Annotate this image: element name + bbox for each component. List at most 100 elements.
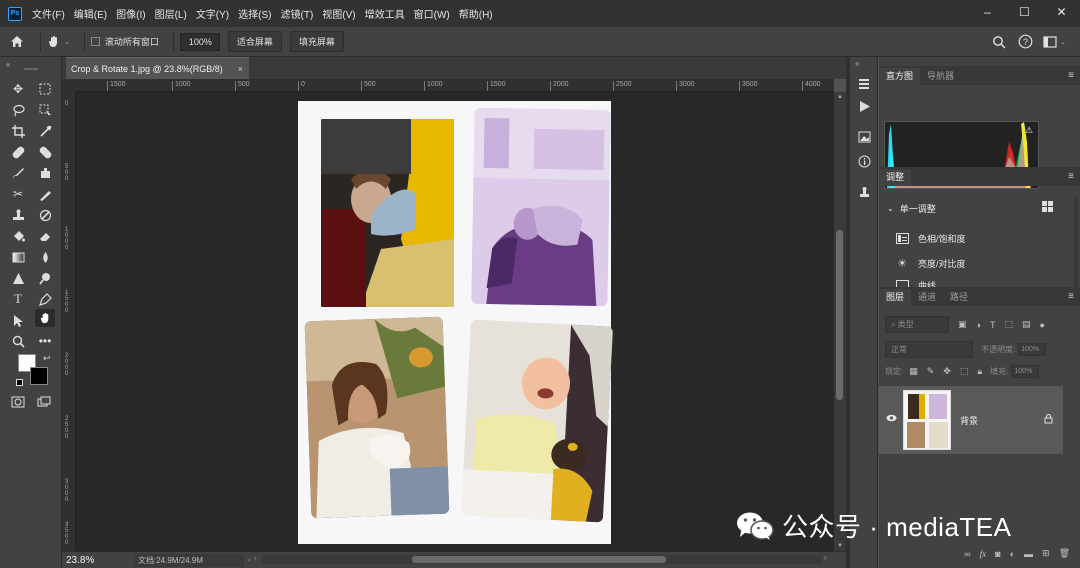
lock-all-icon[interactable]: 🔒︎ — [977, 366, 982, 377]
crop-tool-icon[interactable] — [8, 122, 28, 140]
help-icon[interactable]: ? — [1018, 34, 1033, 49]
close-window-button[interactable]: ✕ — [1043, 0, 1080, 24]
menu-select[interactable]: 选择(S) — [238, 6, 271, 21]
new-layer-icon[interactable]: ⊞ — [1042, 548, 1050, 559]
brush-tool-icon[interactable] — [8, 164, 28, 182]
lock-position-icon[interactable]: ✥ — [943, 366, 951, 377]
menu-filter[interactable]: 滤镜(T) — [281, 6, 314, 21]
grid-view-icon[interactable] — [1042, 201, 1053, 215]
scroll-right-icon[interactable]: › — [824, 555, 826, 562]
mixer-brush-tool-icon[interactable]: ✂ — [8, 185, 28, 203]
layer-style-icon[interactable]: fx — [980, 549, 987, 559]
panel-menu-icon[interactable]: ≡ — [1068, 70, 1074, 81]
actions-icon[interactable] — [855, 75, 873, 93]
menu-help[interactable]: 帮助(H) — [459, 6, 493, 21]
filter-toggle-icon[interactable]: ● — [1039, 320, 1044, 330]
filter-smart-object-icon[interactable]: ▤ — [1022, 319, 1031, 330]
eyedropper-tool-icon[interactable] — [35, 122, 55, 140]
expand-icon[interactable]: « — [855, 59, 859, 68]
search-icon[interactable] — [992, 35, 1006, 49]
menu-window[interactable]: 窗口(W) — [414, 6, 450, 21]
tab-close-icon[interactable]: × — [238, 64, 243, 74]
lock-artboard-icon[interactable]: ⬚ — [960, 366, 969, 377]
paint-bucket-tool-icon[interactable] — [8, 227, 28, 245]
stamp-tool-icon[interactable] — [35, 164, 55, 182]
menu-edit[interactable]: 编辑(E) — [74, 6, 107, 21]
lasso-tool-icon[interactable] — [8, 101, 28, 119]
layer-lock-icon[interactable] — [1044, 414, 1053, 426]
maximize-button[interactable]: ☐ — [1006, 0, 1043, 24]
blend-mode-select[interactable]: 正常 — [885, 341, 973, 358]
filter-adjustment-icon[interactable]: ◑ — [976, 320, 981, 330]
pen-tool-icon[interactable] — [35, 290, 55, 308]
tab-paths[interactable]: 路径 — [943, 289, 975, 306]
new-group-icon[interactable]: ▬ — [1024, 549, 1033, 559]
eye-icon[interactable] — [886, 414, 897, 425]
scroll-up-icon[interactable]: ▲ — [837, 94, 843, 100]
adjustments-scrollbar[interactable] — [1074, 197, 1078, 287]
menu-layer[interactable]: 图层(L) — [155, 6, 187, 21]
horizontal-ruler[interactable]: 1500 1000 500 0 500 1000 1500 2000 2500 … — [76, 79, 834, 92]
home-icon[interactable] — [0, 35, 34, 48]
marquee-tool-icon[interactable] — [35, 80, 55, 98]
path-select-tool-icon[interactable] — [8, 311, 28, 329]
collapse-icon[interactable]: « — [6, 60, 10, 69]
menu-view[interactable]: 视图(V) — [322, 6, 355, 21]
scroll-all-checkbox[interactable] — [90, 37, 100, 46]
status-menu-icon[interactable]: › — [248, 557, 250, 564]
lock-transparent-icon[interactable]: ▦ — [909, 366, 918, 377]
history-brush-tool-icon[interactable] — [35, 185, 55, 203]
clone-source-icon[interactable] — [855, 183, 873, 201]
vertical-ruler[interactable]: 0 500 1000 1500 2000 2500 3000 3500 — [62, 92, 76, 551]
vertical-scrollbar[interactable]: ▲ ▼ — [834, 92, 846, 551]
move-tool-icon[interactable]: ✥ — [8, 80, 28, 98]
zoom-input[interactable]: 100% — [179, 32, 220, 51]
adjustments-menu-icon[interactable]: ≡ — [1068, 171, 1074, 182]
zoom-tool-icon[interactable] — [8, 332, 28, 350]
filter-shape-icon[interactable]: ⬚ — [1004, 319, 1013, 330]
vertical-scroll-thumb[interactable] — [836, 230, 843, 400]
workspace-chevron-icon[interactable]: ⌄ — [1060, 38, 1066, 46]
default-colors-icon[interactable] — [16, 379, 23, 386]
horizontal-scrollbar[interactable] — [262, 555, 822, 564]
document-canvas[interactable] — [298, 101, 614, 544]
dodge-tool-icon[interactable] — [35, 269, 55, 287]
horizontal-scroll-thumb[interactable] — [412, 556, 666, 563]
zoom-status[interactable]: 23.8% — [66, 555, 100, 566]
layer-mask-icon[interactable]: ◙ — [995, 549, 1000, 559]
canvas-area[interactable] — [76, 92, 834, 551]
tab-histogram[interactable]: 直方图 — [879, 68, 921, 85]
layer-name[interactable]: 背景 — [960, 414, 978, 427]
scroll-left-icon[interactable]: ‹ — [254, 555, 256, 562]
healing-brush-tool-icon[interactable] — [8, 143, 28, 161]
menu-image[interactable]: 图像(I) — [116, 6, 145, 21]
menu-plugins[interactable]: 增效工具 — [365, 6, 405, 21]
sharpen-tool-icon[interactable] — [8, 269, 28, 287]
tab-navigator[interactable]: 导航器 — [920, 68, 961, 85]
tab-channels[interactable]: 通道 — [911, 289, 943, 306]
play-icon[interactable] — [855, 97, 873, 115]
adjustment-hue-saturation[interactable]: 色相/饱和度 — [895, 232, 966, 245]
document-tab[interactable]: Crop & Rotate 1.jpg @ 23.8%(RGB/8) × — [66, 57, 249, 79]
eraser-tool-icon[interactable] — [35, 227, 55, 245]
clone-stamp-tool-icon[interactable] — [8, 206, 28, 224]
tab-layers[interactable]: 图层 — [879, 289, 912, 306]
layer-row-background[interactable]: 背景 — [879, 386, 1063, 454]
info-icon[interactable] — [855, 152, 873, 170]
tab-adjustments[interactable]: 调整 — [879, 169, 912, 186]
layers-menu-icon[interactable]: ≡ — [1068, 291, 1074, 302]
gradient-tool-icon[interactable] — [8, 248, 28, 266]
quick-mask-icon[interactable] — [11, 396, 25, 411]
layer-filter-select[interactable]: ⌕ 类型 — [885, 316, 949, 333]
libraries-icon[interactable] — [855, 128, 873, 146]
hand-tool-preset-icon[interactable]: ⌄ — [47, 35, 70, 49]
filter-pixel-icon[interactable]: ▣ — [958, 319, 967, 330]
menu-type[interactable]: 文字(Y) — [196, 6, 229, 21]
adjustment-curves[interactable]: 曲线 — [895, 279, 936, 287]
more-tools-icon[interactable]: ••• — [35, 332, 55, 350]
swap-colors-icon[interactable]: ↩ — [43, 353, 51, 364]
screen-mode-icon[interactable] — [37, 396, 51, 411]
background-color-swatch[interactable] — [30, 367, 48, 385]
patch-tool-icon[interactable] — [35, 143, 55, 161]
adjustment-brightness-contrast[interactable]: ☀ 亮度/对比度 — [895, 257, 965, 270]
